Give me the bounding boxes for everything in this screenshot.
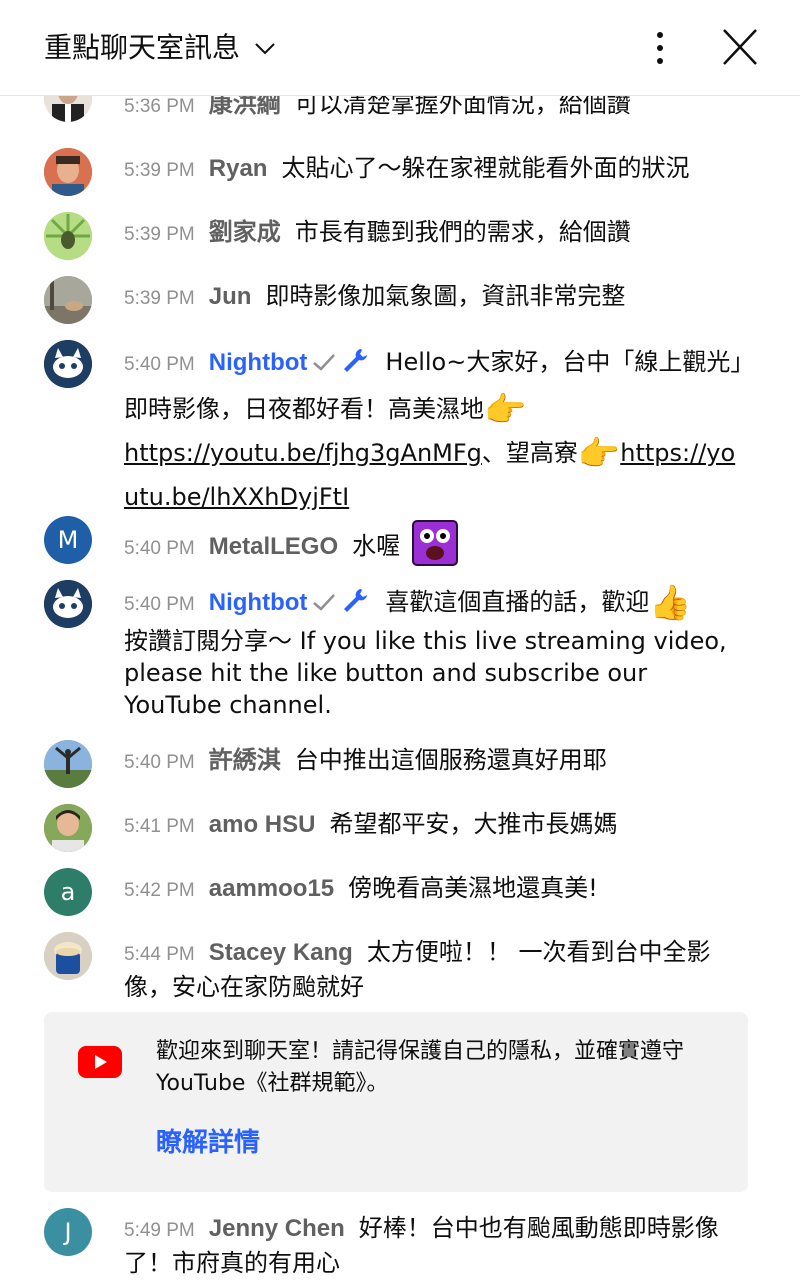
message-author[interactable]: Nightbot: [209, 349, 308, 376]
message-text: 喜歡這個直播的話，歡迎: [385, 588, 650, 616]
pointing-right-emoji-icon: 👉: [484, 390, 527, 430]
chat-header: 重點聊天室訊息: [0, 0, 800, 96]
custom-emoji-icon: [411, 520, 458, 566]
message-timestamp: 5:39 PM: [124, 224, 195, 245]
avatar[interactable]: M: [44, 516, 92, 564]
avatar[interactable]: [44, 212, 92, 260]
moderator-wrench-icon: [344, 589, 368, 612]
avatar-letter: M: [57, 526, 79, 554]
message-timestamp: 5:49 PM: [124, 1220, 195, 1241]
avatar[interactable]: J: [44, 1208, 92, 1256]
message-timestamp: 5:40 PM: [124, 594, 195, 615]
message-text: 水喔: [352, 532, 401, 560]
message-text: 即時影像加氣象圖，資訊非常完整: [265, 282, 626, 310]
close-icon[interactable]: [716, 26, 764, 70]
chat-feed[interactable]: 5:36 PM 康洪綱 可以清楚掌握外面情況，給個讚 5:39 PM Ryan 太貼心了…: [0, 96, 800, 1284]
message-text: 傍晚看高美濕地還真美!: [348, 874, 598, 902]
message-timestamp: 5:36 PM: [124, 96, 195, 117]
avatar[interactable]: [44, 276, 92, 324]
avatar[interactable]: [44, 96, 92, 122]
message-timestamp: 5:40 PM: [124, 538, 195, 559]
message-author[interactable]: amo HSU: [209, 811, 316, 838]
message-author[interactable]: 劉家成: [209, 219, 281, 246]
message-timestamp: 5:39 PM: [124, 160, 195, 181]
avatar[interactable]: [44, 740, 92, 788]
message-text: 希望都平安，大推市長媽媽: [329, 810, 618, 838]
message-timestamp: 5:42 PM: [124, 880, 195, 901]
chat-rules-notice: 歡迎來到聊天室！請記得保護自己的隱私，並確實遵守 YouTube《社群規範》。 …: [44, 1012, 748, 1192]
avatar[interactable]: [44, 932, 92, 980]
message-timestamp: 5:40 PM: [124, 752, 195, 773]
verified-check-icon: [313, 594, 336, 611]
learn-more-link[interactable]: 瞭解詳情: [156, 1122, 260, 1159]
message-author[interactable]: 康洪綱: [209, 96, 281, 118]
avatar[interactable]: a: [44, 868, 92, 916]
message-author[interactable]: Jenny Chen: [209, 1215, 345, 1242]
message-timestamp: 5:40 PM: [124, 354, 195, 375]
pointing-right-emoji-icon: 👉: [577, 434, 621, 474]
message-author[interactable]: aammoo15: [209, 875, 334, 902]
message-timestamp: 5:39 PM: [124, 288, 195, 309]
message-author[interactable]: MetalLEGO: [209, 533, 338, 560]
message-text: 、望高寮: [481, 439, 578, 467]
chat-mode-selector[interactable]: 重點聊天室訊息: [44, 28, 278, 68]
message-timestamp: 5:41 PM: [124, 816, 195, 837]
nightbot-avatar[interactable]: [44, 580, 92, 628]
message-author[interactable]: Nightbot: [209, 589, 308, 616]
notice-text: 歡迎來到聊天室！請記得保護自己的隱私，並確實遵守 YouTube《社群規範》。: [156, 1039, 685, 1096]
avatar[interactable]: [44, 148, 92, 196]
message-text: 市長有聽到我們的需求，給個讚: [294, 218, 631, 246]
chat-mode-label: 重點聊天室訊息: [44, 31, 241, 64]
avatar-letter: J: [64, 1218, 72, 1246]
message-link[interactable]: https://youtu.be/fjhg3gAnMFg: [124, 439, 482, 467]
thumbs-up-emoji-icon: 👍: [649, 583, 692, 623]
verified-check-icon: [313, 354, 336, 371]
message-author[interactable]: 許綉淇: [209, 747, 281, 774]
avatar[interactable]: [44, 804, 92, 852]
more-options-icon[interactable]: [640, 26, 680, 70]
message-author[interactable]: Stacey Kang: [209, 939, 353, 966]
message-text: 太貼心了～躲在家裡就能看外面的狀況: [281, 154, 690, 182]
message-timestamp: 5:44 PM: [124, 944, 195, 965]
nightbot-avatar[interactable]: [44, 340, 92, 388]
message-author[interactable]: Ryan: [209, 155, 268, 182]
chevron-down-icon: [255, 43, 275, 55]
message-text: 可以清楚掌握外面情況，給個讚: [294, 96, 631, 118]
youtube-logo-icon: [78, 1046, 122, 1078]
message-author[interactable]: Jun: [209, 283, 252, 310]
moderator-wrench-icon: [344, 349, 368, 372]
avatar-letter: a: [60, 878, 76, 906]
message-text: 按讚訂閱分享～ If you like this live streaming …: [124, 627, 727, 719]
message-text: 台中推出這個服務還真好用耶: [294, 746, 607, 774]
